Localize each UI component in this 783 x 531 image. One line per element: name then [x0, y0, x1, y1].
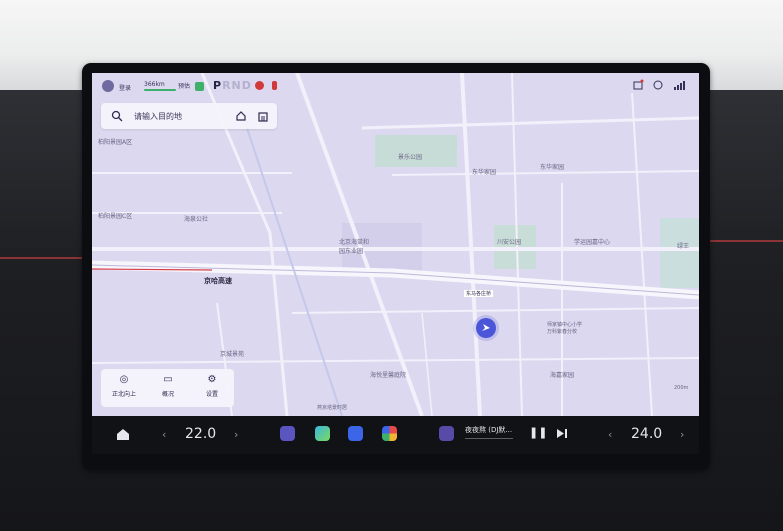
infotainment-screen: 柏阳景园A区 柏阳景园C区 海泉公社 景乐公园 东华家园 东华家园 北京海棠和 …: [92, 73, 699, 416]
screen-mirror-icon[interactable]: [632, 79, 644, 91]
place-label: 东华家园: [540, 164, 565, 171]
status-bar: 登录 366km 预估 PRND: [92, 73, 699, 95]
overview-button[interactable]: ▭ 概况: [148, 373, 188, 403]
gear-rest: RND: [222, 79, 252, 92]
overview-icon: ▭: [163, 374, 173, 385]
place-label: 海泉公社: [184, 216, 209, 223]
map-scale: 200m: [674, 385, 689, 391]
progress-track: [465, 438, 513, 439]
camera-app-icon[interactable]: [348, 426, 363, 441]
warning-icon: [255, 81, 264, 90]
settings-icon: ⚙: [207, 374, 217, 385]
north-up-button[interactable]: ◎ 正北向上: [104, 373, 144, 403]
park-area: [375, 135, 457, 167]
dock-bar: ‹ 22.0 › 夜夜熬 (DJ默... ❚❚ ‹ 24.0 ›: [92, 416, 699, 454]
temp-right-decrease[interactable]: ‹: [608, 428, 612, 441]
temp-left: 22.0: [185, 426, 217, 442]
place-label: 北京海棠和 园东业园: [339, 239, 370, 255]
place-label: 师家镇中心小学 万科紫春分校: [547, 322, 583, 335]
search-icon: [111, 110, 123, 122]
compass-icon: ◎: [119, 374, 129, 385]
pause-icon[interactable]: ❚❚: [529, 426, 547, 439]
steering-app-icon[interactable]: [280, 426, 295, 441]
place-label: 景乐公园: [398, 154, 423, 161]
gear-active: P: [213, 79, 223, 92]
song-title[interactable]: 夜夜熬 (DJ默...: [465, 425, 512, 435]
place-label: 绿王: [677, 243, 690, 250]
search-input[interactable]: 请输入目的地: [134, 111, 182, 122]
place-label: 柏阳景园A区: [98, 139, 133, 146]
home-button-icon[interactable]: [116, 428, 130, 441]
battery-icon: [195, 82, 204, 91]
map-controls: ◎ 正北向上 ▭ 概况 ⚙ 设置: [101, 369, 234, 407]
signal-icon: [674, 81, 685, 90]
temp-left-decrease[interactable]: ‹: [162, 428, 166, 441]
temp-right: 24.0: [631, 426, 663, 442]
avatar[interactable]: [102, 80, 114, 92]
gallery-app-icon[interactable]: [315, 426, 330, 441]
place-label: 学运园嘉中心: [574, 239, 611, 246]
place-label: 海嘉家园: [550, 372, 575, 379]
trim-line: [0, 257, 82, 259]
gear-selector: PRND: [213, 79, 252, 92]
place-label: 柏阳景园C区: [98, 213, 133, 220]
home-icon[interactable]: [235, 110, 247, 122]
battery-bar: [144, 89, 176, 91]
range-sub: 预估: [178, 83, 191, 90]
seatbelt-icon: [272, 81, 277, 90]
place-label: 京城景苑: [220, 351, 245, 358]
destination-search[interactable]: 请输入目的地: [101, 103, 277, 129]
next-track-icon[interactable]: [556, 428, 568, 439]
overview-label: 概况: [161, 391, 174, 398]
road-label-expressway: 京哈高速: [204, 277, 232, 285]
north-up-label: 正北向上: [111, 391, 136, 398]
temp-right-increase[interactable]: ›: [680, 428, 684, 441]
place-label: 东华家园: [472, 169, 497, 176]
place-label: 海悦里馨庭院: [370, 372, 407, 379]
hotspot-icon[interactable]: [652, 79, 664, 91]
place-label: 燕京塔景时居: [317, 405, 348, 411]
settings-button[interactable]: ⚙ 设置: [192, 373, 232, 403]
vehicle-location-icon: [476, 318, 496, 338]
trim-line: [710, 240, 783, 242]
album-art[interactable]: [439, 426, 454, 441]
park-area: [660, 218, 699, 288]
login-text[interactable]: 登录: [119, 83, 131, 92]
temp-left-increase[interactable]: ›: [234, 428, 238, 441]
settings-label: 设置: [205, 391, 218, 398]
road-label: 东马各庄桥: [464, 290, 494, 297]
place-label: 川安公园: [497, 239, 522, 246]
apps-grid-icon[interactable]: [382, 426, 397, 441]
range-value: 366km: [144, 81, 165, 88]
company-icon[interactable]: [257, 110, 269, 122]
